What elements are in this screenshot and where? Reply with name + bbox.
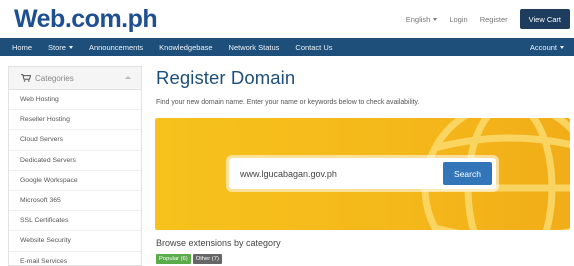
nav-network-status-label: Network Status <box>228 42 280 52</box>
nav-home[interactable]: Home <box>0 43 40 52</box>
badge-popular[interactable]: Popular (6) <box>156 254 191 264</box>
nav-announcements[interactable]: Announcements <box>81 43 151 52</box>
nav-store-label: Store <box>48 42 66 52</box>
register-link[interactable]: Register <box>480 15 508 24</box>
view-cart-button[interactable]: View Cart <box>519 9 570 29</box>
nav-home-label: Home <box>12 42 33 52</box>
domain-search-banner: Search <box>155 118 570 230</box>
sidebar-item-website-security[interactable]: Website Security <box>9 231 141 252</box>
language-label: English <box>405 14 431 24</box>
nav-account[interactable]: Account <box>530 38 564 56</box>
domain-search-box: Search <box>229 158 496 189</box>
categories-panel: Categories Web Hosting Reseller Hosting … <box>8 66 142 266</box>
sidebar-item-reseller-hosting[interactable]: Reseller Hosting <box>9 110 141 131</box>
sidebar-item-email-services[interactable]: E-mail Services <box>9 252 141 266</box>
chevron-down-icon <box>68 45 73 49</box>
nav-knowledgebase-label: Knowledgebase <box>159 42 213 52</box>
badge-other[interactable]: Other (7) <box>192 254 222 264</box>
extension-category-badges: Popular (6) Other (7) <box>156 254 224 264</box>
sidebar-item-microsoft-365[interactable]: Microsoft 365 <box>9 191 141 212</box>
nav-announcements-label: Announcements <box>88 42 144 52</box>
shopping-cart-icon <box>21 74 31 82</box>
site-logo[interactable]: Web.com.ph <box>14 5 158 33</box>
domain-search-input[interactable] <box>229 158 443 189</box>
chevron-down-icon <box>560 45 564 49</box>
browse-extensions-title: Browse extensions by category <box>156 238 281 248</box>
top-links: English Login Register View Cart <box>406 0 574 38</box>
nav-knowledgebase[interactable]: Knowledgebase <box>151 43 220 52</box>
sidebar-item-google-workspace[interactable]: Google Workspace <box>9 171 141 191</box>
login-link[interactable]: Login <box>449 15 467 24</box>
sidebar-item-ssl-certificates[interactable]: SSL Certificates <box>9 211 141 232</box>
page-subtitle: Find your new domain name. Enter your na… <box>156 99 420 106</box>
nav-store[interactable]: Store <box>40 43 81 52</box>
nav-contact-us[interactable]: Contact Us <box>287 43 340 52</box>
nav-contact-us-label: Contact Us <box>295 42 333 52</box>
categories-header[interactable]: Categories <box>9 67 141 90</box>
nav-network-status[interactable]: Network Status <box>221 43 288 52</box>
categories-title: Categories <box>35 73 74 83</box>
chevron-up-icon[interactable] <box>125 76 131 79</box>
sidebar-item-cloud-servers[interactable]: Cloud Servers <box>9 130 141 151</box>
main-navbar: Home Store Announcements Knowledgebase N… <box>0 38 574 56</box>
sidebar-item-dedicated-servers[interactable]: Dedicated Servers <box>9 151 141 171</box>
nav-account-label: Account <box>529 42 557 52</box>
page-title: Register Domain <box>156 67 296 88</box>
language-selector[interactable]: English <box>406 15 438 24</box>
sidebar-item-web-hosting[interactable]: Web Hosting <box>9 90 141 111</box>
site-header: Web.com.ph English Login Register View C… <box>0 0 574 38</box>
chevron-down-icon <box>433 17 438 21</box>
search-button[interactable]: Search <box>443 162 492 185</box>
